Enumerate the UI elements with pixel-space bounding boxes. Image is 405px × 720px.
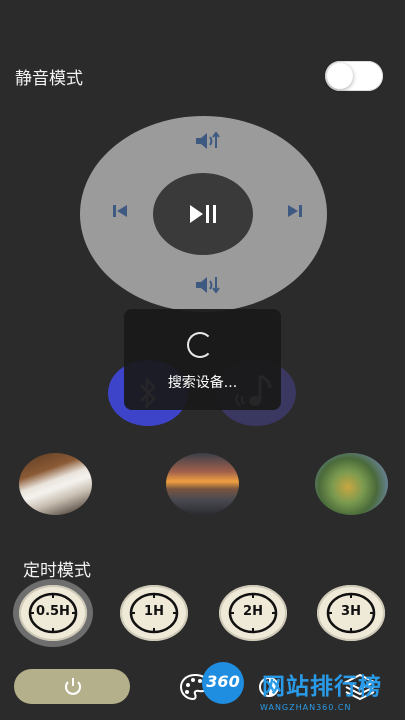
scene-sunset-sea[interactable] bbox=[166, 453, 239, 515]
timer-option-2h[interactable]: 2H bbox=[219, 585, 287, 641]
searching-toast: 搜索设备... bbox=[124, 309, 281, 410]
power-icon bbox=[65, 678, 81, 695]
watermark-title: 网站排行榜 bbox=[262, 674, 382, 700]
play-pause-icon bbox=[190, 205, 216, 223]
toggle-knob bbox=[327, 63, 353, 89]
power-button[interactable] bbox=[14, 669, 130, 704]
watermark-subtitle: WANGZHAN360.CN bbox=[260, 703, 352, 712]
scene-piano[interactable] bbox=[19, 453, 92, 515]
timer-option-label: 2H bbox=[243, 604, 263, 619]
timer-option-3h[interactable]: 3H bbox=[317, 585, 385, 641]
timer-option-label: 1H bbox=[144, 604, 164, 619]
timer-option-0.5h[interactable]: 0.5H bbox=[19, 585, 87, 641]
volume-down-icon[interactable] bbox=[194, 274, 220, 296]
volume-up-icon[interactable] bbox=[194, 130, 220, 152]
next-icon[interactable] bbox=[286, 203, 304, 219]
mute-toggle[interactable] bbox=[325, 61, 383, 91]
timer-mode-label: 定时模式 bbox=[23, 561, 91, 581]
watermark: 360 网站排行榜 WANGZHAN360.CN bbox=[196, 660, 401, 716]
toast-text: 搜索设备... bbox=[167, 375, 238, 391]
timer-option-1h[interactable]: 1H bbox=[120, 585, 188, 641]
play-pause-button[interactable] bbox=[153, 173, 253, 255]
previous-icon[interactable] bbox=[111, 203, 129, 219]
timer-option-label: 0.5H bbox=[36, 604, 70, 619]
watermark-logo: 360 bbox=[206, 672, 240, 691]
scene-garden-birds[interactable] bbox=[315, 453, 388, 515]
timer-option-label: 3H bbox=[341, 604, 361, 619]
loading-spinner-icon bbox=[187, 332, 213, 358]
mute-mode-label: 静音模式 bbox=[15, 69, 83, 89]
